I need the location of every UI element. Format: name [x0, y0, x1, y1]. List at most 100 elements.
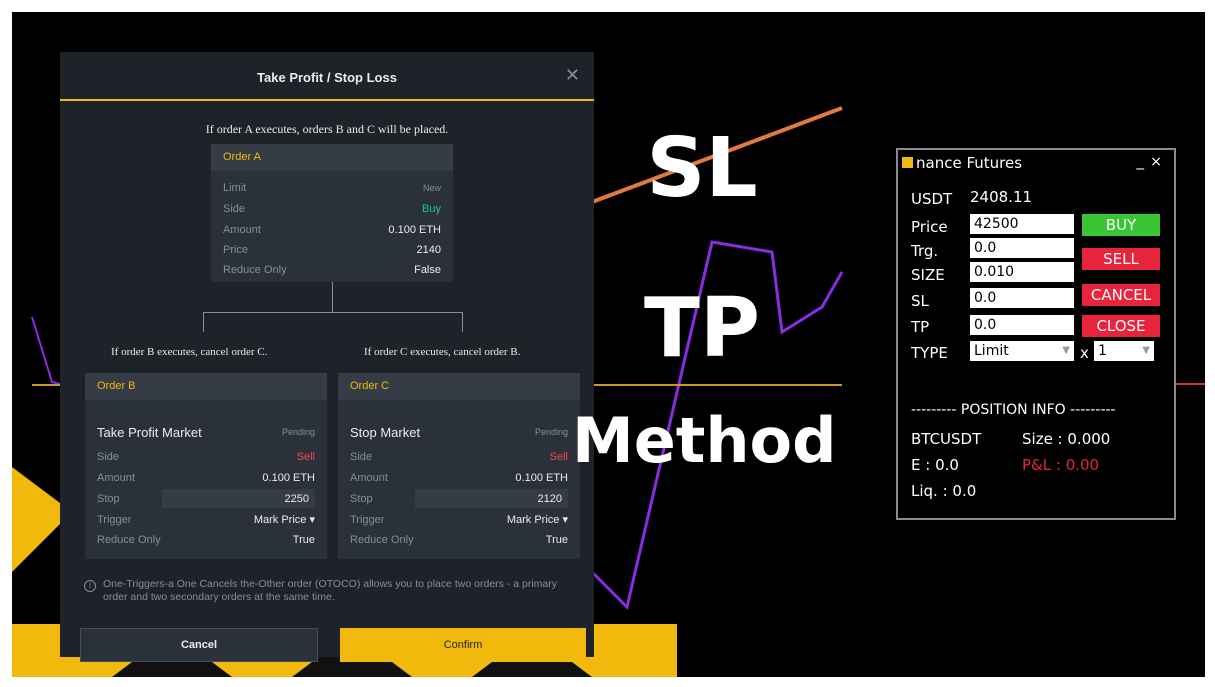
- order-b-header: Order B: [85, 373, 327, 400]
- order-b-row-trigger[interactable]: Trigger Mark Price ▾: [97, 512, 315, 528]
- row-value: 0.100 ETH: [515, 472, 568, 484]
- stop-input[interactable]: 2250: [162, 489, 315, 508]
- close-position-button[interactable]: CLOSE: [1082, 315, 1160, 337]
- tp-label: TP: [911, 318, 930, 336]
- row-key: Reduce Only: [350, 534, 414, 546]
- multiplier-select[interactable]: 1 ▼: [1094, 341, 1154, 361]
- row-key: Amount: [223, 224, 261, 236]
- usdt-balance: 2408.11: [970, 188, 1033, 206]
- order-b-row-amount: Amount 0.100 ETH: [97, 470, 315, 486]
- trigger-label: Trg.: [911, 242, 939, 260]
- buy-button[interactable]: BUY: [1082, 214, 1160, 236]
- sell-button[interactable]: SELL: [1082, 248, 1160, 270]
- otoco-info-text: One-Triggers-a One Cancels the-Other ord…: [103, 578, 557, 603]
- row-key: Price: [223, 244, 249, 256]
- minimize-icon[interactable]: _: [1137, 152, 1145, 170]
- confirm-button[interactable]: Confirm: [340, 628, 586, 662]
- stop-value: 2250: [284, 493, 309, 505]
- order-a-row-price: Price 2140: [223, 242, 441, 258]
- intro-text: If order A executes, orders B and C will…: [205, 122, 449, 136]
- type-label: TYPE: [911, 344, 948, 362]
- row-key: Limit: [223, 182, 247, 194]
- order-c-subtitle: Stop Market: [350, 425, 421, 440]
- thumbnail-stage: Take Profit / Stop Loss ✕ If order A exe…: [12, 12, 1205, 677]
- row-key: Side: [350, 451, 373, 463]
- order-a-row-amount: Amount 0.100 ETH: [223, 222, 441, 238]
- trigger-value: Mark Price: [253, 514, 307, 526]
- method-heading: Method: [572, 404, 837, 477]
- row-key: Amount: [97, 472, 135, 484]
- order-c-row-stop: Stop 2120: [350, 489, 568, 508]
- stop-input[interactable]: 2120: [415, 489, 568, 508]
- sl-heading: SL: [646, 121, 758, 216]
- type-value: Limit: [974, 343, 1009, 359]
- tp-heading: TP: [643, 281, 761, 376]
- price-input[interactable]: 42500: [970, 214, 1074, 234]
- row-key: Stop: [350, 493, 373, 505]
- row-key: Stop: [97, 493, 120, 505]
- order-a-card: Order A Limit New Side Buy Amount 0.100 …: [211, 144, 453, 282]
- multiplier-x: x: [1080, 344, 1089, 362]
- order-b-row-reduce: Reduce Only True: [97, 532, 315, 548]
- order-c-status: Pending: [534, 427, 568, 437]
- sl-input[interactable]: 0.0: [970, 288, 1074, 308]
- order-b-row-stop: Stop 2250: [97, 489, 315, 508]
- pnl-value: P&L : 0.00: [1022, 456, 1100, 474]
- stop-value: 2120: [537, 493, 562, 505]
- usdt-label: USDT: [911, 190, 953, 208]
- order-a-header: Order A: [211, 144, 453, 171]
- cancel-button[interactable]: Cancel: [80, 628, 318, 662]
- row-key: Trigger: [97, 514, 132, 526]
- branch-c-label: If order C executes, cancel order B.: [364, 346, 521, 358]
- row-value: Buy: [422, 203, 441, 215]
- liquidation-price: Liq. : 0.0: [911, 482, 977, 500]
- position-size: Size : 0.000: [1022, 430, 1111, 448]
- close-icon[interactable]: ✕: [565, 66, 580, 84]
- tree-line-left: [203, 312, 204, 332]
- tree-line-right: [462, 312, 463, 332]
- cancel-order-button[interactable]: CANCEL: [1082, 284, 1160, 306]
- trigger-dropdown[interactable]: Mark Price ▾: [254, 512, 315, 528]
- size-input[interactable]: 0.010: [970, 262, 1074, 282]
- order-c-row-trigger[interactable]: Trigger Mark Price ▾: [350, 512, 568, 528]
- row-key: Trigger: [350, 514, 385, 526]
- modal-title: Take Profit / Stop Loss: [257, 70, 397, 85]
- row-key: Side: [223, 203, 246, 215]
- order-b-card: Order B Take Profit Market Pending Side …: [85, 373, 327, 559]
- tree-line-vertical: [332, 282, 333, 312]
- row-value: 0.100 ETH: [262, 472, 315, 484]
- futures-widget: nance Futures _ × USDT 2408.11 Price 425…: [896, 148, 1176, 520]
- order-c-row-amount: Amount 0.100 ETH: [350, 470, 568, 486]
- trigger-input[interactable]: 0.0: [970, 238, 1074, 258]
- order-b-status: Pending: [281, 427, 315, 437]
- title-divider: [60, 99, 594, 101]
- multiplier-value: 1: [1098, 343, 1107, 359]
- trigger-dropdown[interactable]: Mark Price ▾: [507, 512, 568, 528]
- order-c-row-reduce: Reduce Only True: [350, 532, 568, 548]
- position-info-header: --------- POSITION INFO ---------: [911, 402, 1116, 418]
- row-value: True: [292, 534, 315, 546]
- chevron-down-icon: ▼: [1062, 345, 1070, 356]
- order-a-row-reduce: Reduce Only False: [223, 262, 441, 278]
- row-key: Amount: [350, 472, 388, 484]
- row-key: Side: [97, 451, 120, 463]
- close-icon[interactable]: ×: [1150, 154, 1162, 170]
- order-b-row-side: Side Sell: [97, 449, 315, 465]
- row-key: Reduce Only: [97, 534, 161, 546]
- binance-logo-icon: [902, 157, 913, 168]
- row-value: Sell: [549, 451, 568, 463]
- widget-title: nance Futures: [916, 154, 1023, 172]
- order-c-row-side: Side Sell: [350, 449, 568, 465]
- info-icon: i: [84, 580, 96, 592]
- tree-line-horizontal: [203, 312, 463, 313]
- tpsl-modal: Take Profit / Stop Loss ✕ If order A exe…: [60, 52, 594, 662]
- row-value: 2140: [416, 244, 441, 256]
- order-a-row-type: Limit New: [223, 180, 441, 196]
- order-b-subtitle: Take Profit Market: [97, 425, 202, 440]
- price-label: Price: [911, 218, 948, 236]
- tp-input[interactable]: 0.0: [970, 315, 1074, 335]
- chevron-down-icon: ▼: [1142, 345, 1150, 356]
- size-label: SIZE: [911, 266, 945, 284]
- row-value: False: [414, 264, 441, 276]
- type-select[interactable]: Limit ▼: [970, 341, 1074, 361]
